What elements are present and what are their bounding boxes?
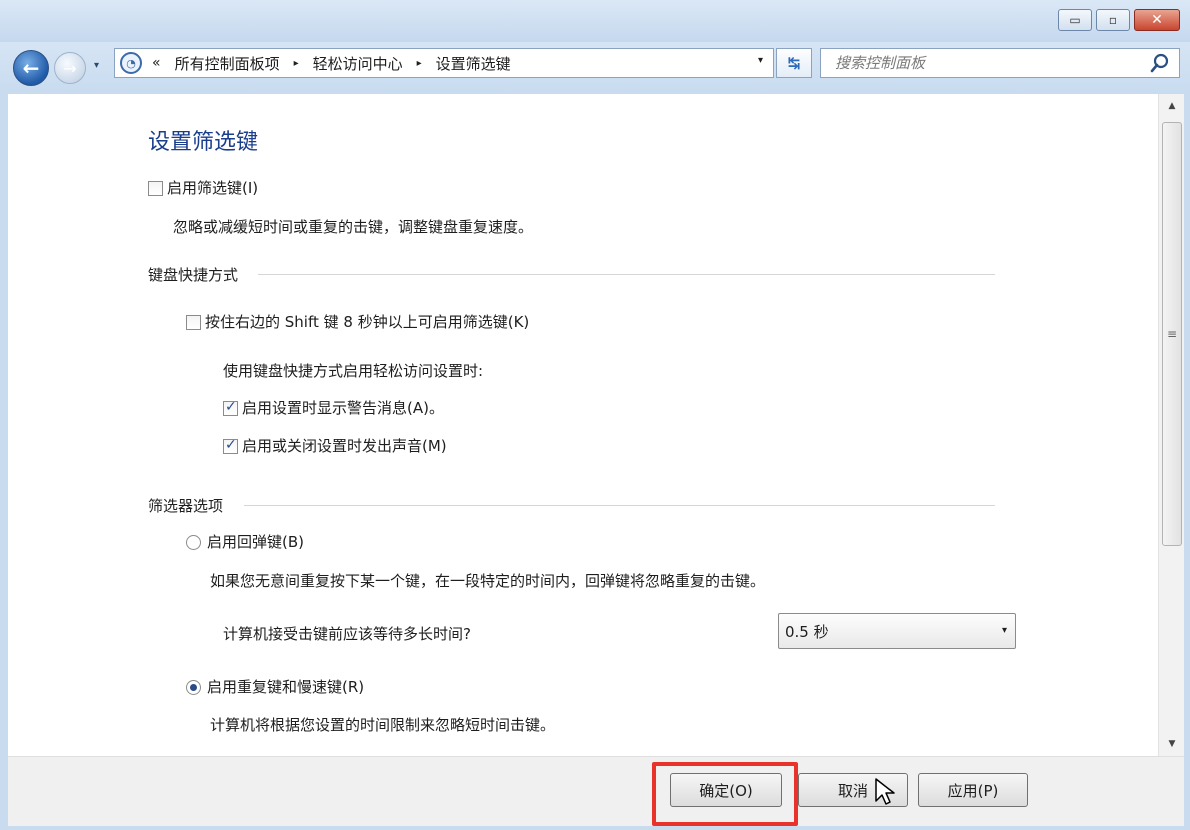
filter-options-group-label: 筛选器选项 <box>148 497 224 515</box>
group-divider <box>258 274 995 275</box>
right-shift-shortcut-checkbox[interactable]: 按住右边的 Shift 键 8 秒钟以上可启用筛选键(K) <box>186 311 529 332</box>
enable-filter-keys-label: 启用筛选键(I) <box>167 179 259 197</box>
maximize-button[interactable]: ▫ <box>1096 9 1130 31</box>
filter-keys-description: 忽略或减缓短时间或重复的击键，调整键盘重复速度。 <box>173 218 534 236</box>
group-divider <box>244 505 995 506</box>
chevron-down-icon: ▾ <box>94 60 100 71</box>
make-sound-label: 启用或关闭设置时发出声音(M) <box>242 437 447 455</box>
right-shift-shortcut-label: 按住右边的 Shift 键 8 秒钟以上可启用筛选键(K) <box>205 313 530 331</box>
minimize-icon: ▭ <box>1069 13 1081 27</box>
search-box[interactable] <box>820 48 1180 78</box>
bounce-keys-label: 启用回弹键(B) <box>207 533 304 551</box>
keyboard-shortcut-group-label: 键盘快捷方式 <box>148 266 239 284</box>
enable-filter-keys-checkbox[interactable]: 启用筛选键(I) <box>148 177 258 198</box>
forward-arrow-icon: → <box>63 58 77 78</box>
apply-button[interactable]: 应用(P) <box>918 773 1028 807</box>
scroll-down-icon[interactable]: ▼ <box>1159 734 1185 754</box>
checkbox-box[interactable] <box>223 437 238 454</box>
wait-time-question: 计算机接受击键前应该等待多长时间? <box>223 625 471 643</box>
breadcrumb-separator-icon[interactable]: ▸ <box>417 58 422 69</box>
shortcut-when-label: 使用键盘快捷方式启用轻松访问设置时: <box>223 362 484 380</box>
dialog-footer: 确定(O) 取消 应用(P) <box>8 756 1184 826</box>
repeat-slow-keys-description: 计算机将根据您设置的时间限制来忽略短时间击键。 <box>210 716 556 734</box>
recent-pages-dropdown[interactable]: ▾ <box>94 60 99 71</box>
search-input[interactable] <box>821 49 1131 77</box>
vertical-scrollbar[interactable]: ▲ ≡ ▼ <box>1158 94 1184 756</box>
cancel-button-label: 取消 <box>837 781 868 800</box>
chevron-down-icon: ▾ <box>1001 625 1007 636</box>
forward-button[interactable]: → <box>54 52 86 84</box>
radio-circle[interactable] <box>186 535 201 550</box>
make-sound-checkbox[interactable]: 启用或关闭设置时发出声音(M) <box>223 435 447 456</box>
ok-button-highlight <box>652 762 798 826</box>
window-controls: ▭ ▫ ✕ <box>1058 9 1180 31</box>
breadcrumb-filter-keys[interactable]: 设置筛选键 <box>436 53 511 74</box>
page-title: 设置筛选键 <box>148 130 259 155</box>
scroll-up-icon[interactable]: ▲ <box>1159 96 1185 116</box>
maximize-icon: ▫ <box>1108 13 1118 27</box>
scrollbar-thumb[interactable]: ≡ <box>1162 122 1182 546</box>
mouse-cursor-icon <box>875 778 895 805</box>
checkbox-box[interactable] <box>148 181 163 196</box>
minimize-button[interactable]: ▭ <box>1058 9 1092 31</box>
breadcrumb-ease-of-access-center[interactable]: 轻松访问中心 <box>313 53 403 74</box>
apply-button-label: 应用(P) <box>947 781 999 800</box>
address-bar[interactable]: ◔ « 所有控制面板项 ▸ 轻松访问中心 ▸ 设置筛选键 ▾ <box>114 48 774 78</box>
back-button[interactable]: ← <box>13 50 49 86</box>
repeat-slow-keys-label: 启用重复键和慢速键(R) <box>207 678 365 696</box>
bounce-keys-description: 如果您无意间重复按下某一个键，在一段特定的时间内，回弹键将忽略重复的击键。 <box>210 572 766 590</box>
checkbox-box[interactable] <box>186 315 201 330</box>
search-icon[interactable] <box>1149 52 1171 74</box>
wait-time-value: 0.5 秒 <box>785 622 829 641</box>
breadcrumb-all-control-panel-items[interactable]: 所有控制面板项 <box>175 53 280 74</box>
breadcrumb-overflow-button[interactable]: « <box>152 55 161 71</box>
refresh-button[interactable]: ↹ <box>776 48 812 78</box>
settings-content: 设置筛选键 启用筛选键(I) 忽略或减缓短时间或重复的击键，调整键盘重复速度。 … <box>8 94 1158 756</box>
breadcrumb-separator-icon[interactable]: ▸ <box>294 58 299 69</box>
repeat-slow-keys-radio[interactable]: 启用重复键和慢速键(R) <box>186 676 364 697</box>
close-icon: ✕ <box>1151 12 1163 28</box>
close-button[interactable]: ✕ <box>1134 9 1180 31</box>
refresh-icon: ↹ <box>787 54 801 72</box>
checkbox-box[interactable] <box>223 399 238 416</box>
wait-time-select[interactable]: 0.5 秒 ▾ <box>778 613 1016 649</box>
radio-circle[interactable] <box>186 680 201 695</box>
back-arrow-icon: ← <box>22 56 40 80</box>
bounce-keys-radio[interactable]: 启用回弹键(B) <box>186 531 304 552</box>
show-warning-label: 启用设置时显示警告消息(A)。 <box>242 399 444 417</box>
title-bar: ▭ ▫ ✕ <box>0 0 1190 42</box>
navigation-bar: ← → ▾ ◔ « 所有控制面板项 ▸ 轻松访问中心 ▸ 设置筛选键 ▾ ↹ <box>0 42 1190 94</box>
show-warning-checkbox[interactable]: 启用设置时显示警告消息(A)。 <box>223 397 444 418</box>
control-panel-icon: ◔ <box>120 52 142 74</box>
address-dropdown-icon[interactable]: ▾ <box>758 55 763 66</box>
